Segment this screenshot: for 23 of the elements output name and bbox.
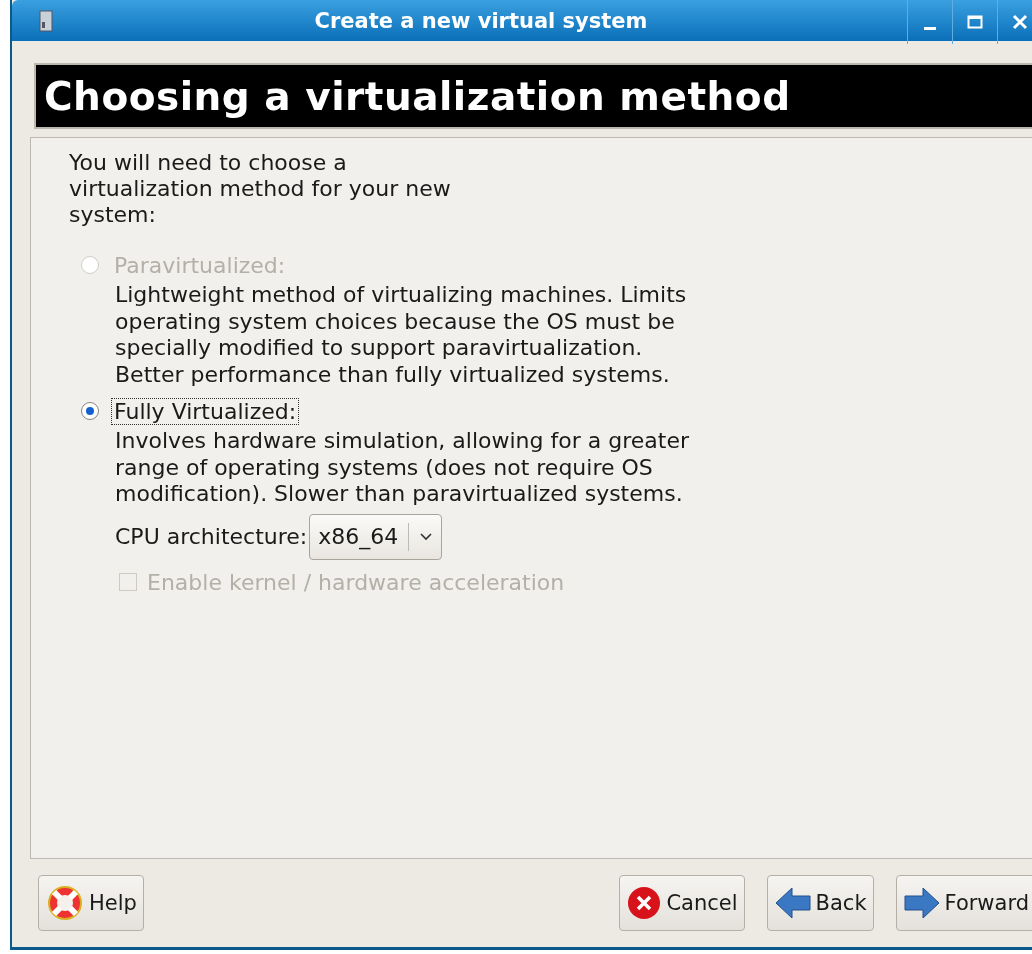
help-button[interactable]: Help <box>38 875 144 931</box>
option-description: Lightweight method of virtualizing machines. Limits operating system choices because the OS must be specially modified to support paravirtualization. Better performance than fully virtualized systems. <box>115 282 688 388</box>
radio-button[interactable] <box>81 402 99 420</box>
right-arrow-icon <box>902 886 941 920</box>
forward-button[interactable]: Forward <box>895 875 1032 931</box>
window-title: Create a new virtual system <box>313 8 649 33</box>
option-label[interactable]: Fully Virtualized: <box>111 397 300 425</box>
cpu-architecture-label: CPU architecture: <box>115 524 308 549</box>
chevron-down-icon <box>419 531 434 542</box>
cancel-button[interactable]: Cancel <box>619 875 745 931</box>
lifebuoy-icon <box>45 883 85 923</box>
checkbox-label: Enable kernel / hardware acceleration <box>147 569 565 595</box>
computer-icon <box>38 9 54 32</box>
left-arrow-icon <box>773 886 812 920</box>
maximize-icon <box>967 15 983 29</box>
intro-text: You will need to choose a virtualization method for your new system: <box>69 150 452 228</box>
page-title: Choosing a virtualization method <box>44 73 791 119</box>
cpu-architecture-dropdown[interactable]: x86_64 <box>309 513 443 560</box>
minimize-icon <box>924 26 936 30</box>
option-description: Involves hardware simulation, allowing for a greater range of operating systems (does not require OS modification). Slower than paravirtualized systems. <box>115 428 690 508</box>
close-icon <box>1012 14 1028 30</box>
back-button[interactable]: Back <box>766 875 874 931</box>
cancel-icon <box>626 885 663 921</box>
